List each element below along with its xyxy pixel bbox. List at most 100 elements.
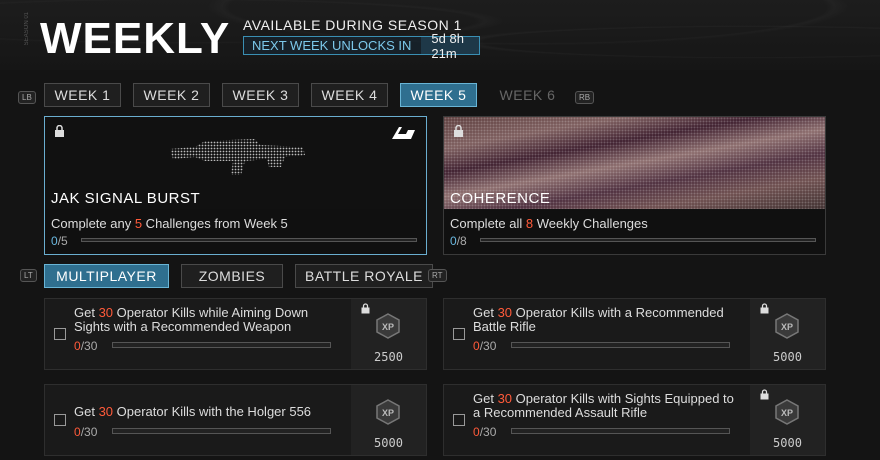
text: Operator Kills with a Recommended: [512, 305, 724, 320]
svg-text:XP: XP: [781, 322, 793, 332]
lock-icon: [55, 125, 64, 137]
reward-name: JAK SIGNAL BURST: [51, 190, 201, 207]
challenge-progress-bar: [511, 428, 730, 434]
svg-text:XP: XP: [382, 408, 394, 418]
text: Get: [74, 305, 99, 320]
progress-current: 0: [74, 339, 81, 353]
progress-total: /30: [80, 425, 98, 439]
progress-current: 0: [74, 425, 81, 439]
lock-icon: [361, 303, 370, 314]
challenge-card[interactable]: Get 30 Operator Kills with a Recommended…: [443, 298, 826, 370]
tab-week-2[interactable]: WEEK 2: [133, 83, 210, 107]
reward-name: COHERENCE: [450, 190, 551, 207]
unlock-timer: NEXT WEEK UNLOCKS IN 5d 8h 21m: [243, 31, 480, 61]
challenge-progress: 0/30: [473, 425, 496, 439]
page-title: WEEKLY: [40, 14, 231, 63]
progress-total: /5: [57, 234, 68, 248]
tab-week-6[interactable]: WEEK 6: [489, 83, 566, 107]
svg-text:XP: XP: [382, 322, 394, 332]
reward-card-weapon[interactable]: JAK SIGNAL BURST Complete any 5 Challeng…: [44, 116, 427, 255]
lt-trigger-icon[interactable]: LT: [20, 269, 37, 282]
challenge-target: 30: [497, 305, 513, 320]
challenge-description: Get 30 Operator Kills with the Holger 55…: [74, 405, 344, 419]
progress-total: /30: [479, 339, 497, 353]
brand-logo-icon: [392, 127, 415, 139]
progress-total: /30: [80, 339, 98, 353]
text: Operator Kills with the Holger 556: [113, 404, 312, 419]
rt-trigger-icon[interactable]: RT: [428, 269, 447, 282]
reward-progress-text: 0/5: [51, 234, 68, 248]
xp-reward: XP 5000: [351, 385, 426, 455]
text: Operator Kills with Sights Equipped to: [512, 391, 734, 406]
rb-bumper-icon[interactable]: RB: [575, 91, 595, 104]
tab-week-1[interactable]: WEEK 1: [44, 83, 121, 107]
challenge-description: Get 30 Operator Kills while Aiming Down S…: [74, 306, 344, 334]
challenge-progress: 0/30: [473, 339, 496, 353]
text: Battle Rifle: [473, 319, 536, 334]
reward-description: Complete any 5 Challenges from Week 5: [51, 216, 288, 231]
text: Sights with a Recommended Weapon: [74, 319, 292, 334]
progress-total: /30: [479, 425, 497, 439]
challenge-progress-bar: [511, 342, 730, 348]
text: Get: [74, 404, 99, 419]
challenge-progress-bar: [112, 342, 331, 348]
reward-progress-bar: [81, 238, 417, 242]
challenge-card[interactable]: Get 30 Operator Kills while Aiming Down S…: [44, 298, 427, 370]
progress-current: 0: [51, 234, 58, 248]
season-tag: SEASON 01: [24, 12, 30, 46]
xp-token-icon: XP: [376, 399, 400, 425]
challenge-description: Get 30 Operator Kills with Sights Equipp…: [473, 392, 743, 420]
challenge-progress: 0/30: [74, 425, 97, 439]
week-tabs: WEEK 1 WEEK 2 WEEK 3 WEEK 4 WEEK 5 WEEK …: [44, 83, 566, 107]
lb-bumper-icon[interactable]: LB: [18, 91, 36, 104]
xp-value: 5000: [374, 436, 403, 450]
xp-token-icon: XP: [376, 313, 400, 339]
desc-text: Weekly Challenges: [533, 216, 648, 231]
desc-text: Complete all: [450, 216, 526, 231]
text: Get: [473, 305, 498, 320]
reward-description: Complete all 8 Weekly Challenges: [450, 216, 648, 231]
progress-current: 0: [473, 425, 480, 439]
tab-week-5[interactable]: WEEK 5: [400, 83, 477, 107]
progress-total: /8: [456, 234, 467, 248]
challenge-target: 30: [98, 404, 114, 419]
lock-icon: [760, 389, 769, 400]
challenge-checkbox[interactable]: [54, 414, 66, 426]
progress-current: 0: [473, 339, 480, 353]
challenge-description: Get 30 Operator Kills with a Recommended…: [473, 306, 743, 334]
challenge-checkbox[interactable]: [453, 328, 465, 340]
xp-value: 5000: [773, 436, 802, 450]
tab-zombies[interactable]: ZOMBIES: [181, 264, 283, 288]
reward-card-camo[interactable]: COHERENCE Complete all 8 Weekly Challeng…: [443, 116, 826, 255]
svg-text:XP: XP: [781, 408, 793, 418]
challenge-card[interactable]: Get 30 Operator Kills with Sights Equipp…: [443, 384, 826, 456]
desc-text: Challenges from Week 5: [142, 216, 288, 231]
lock-icon: [760, 303, 769, 314]
tab-battle-royale[interactable]: BATTLE ROYALE: [295, 264, 433, 288]
tab-multiplayer[interactable]: MULTIPLAYER: [44, 264, 169, 288]
reward-progress-bar: [480, 238, 816, 242]
text: a Recommended Assault Rifle: [473, 405, 648, 420]
text: Operator Kills while Aiming Down: [113, 305, 309, 320]
tab-week-4[interactable]: WEEK 4: [311, 83, 388, 107]
progress-current: 0: [450, 234, 457, 248]
availability-text: AVAILABLE DURING SEASON 1: [243, 17, 462, 33]
challenge-target: 30: [497, 391, 513, 406]
tab-week-3[interactable]: WEEK 3: [222, 83, 299, 107]
xp-value: 2500: [374, 350, 403, 364]
xp-token-icon: XP: [775, 399, 799, 425]
challenge-checkbox[interactable]: [54, 328, 66, 340]
challenge-progress: 0/30: [74, 339, 97, 353]
challenge-progress-bar: [112, 428, 331, 434]
desc-number: 5: [134, 216, 143, 231]
challenge-card[interactable]: Get 30 Operator Kills with the Holger 55…: [44, 384, 427, 456]
text: Get: [473, 391, 498, 406]
xp-token-icon: XP: [775, 313, 799, 339]
unlock-time: 5d 8h 21m: [421, 31, 479, 61]
mode-tabs: MULTIPLAYER ZOMBIES BATTLE ROYALE: [44, 264, 433, 288]
reward-progress-text: 0/8: [450, 234, 467, 248]
unlock-label: NEXT WEEK UNLOCKS IN: [252, 38, 412, 53]
challenge-target: 30: [98, 305, 114, 320]
challenge-checkbox[interactable]: [453, 414, 465, 426]
desc-text: Complete any: [51, 216, 135, 231]
